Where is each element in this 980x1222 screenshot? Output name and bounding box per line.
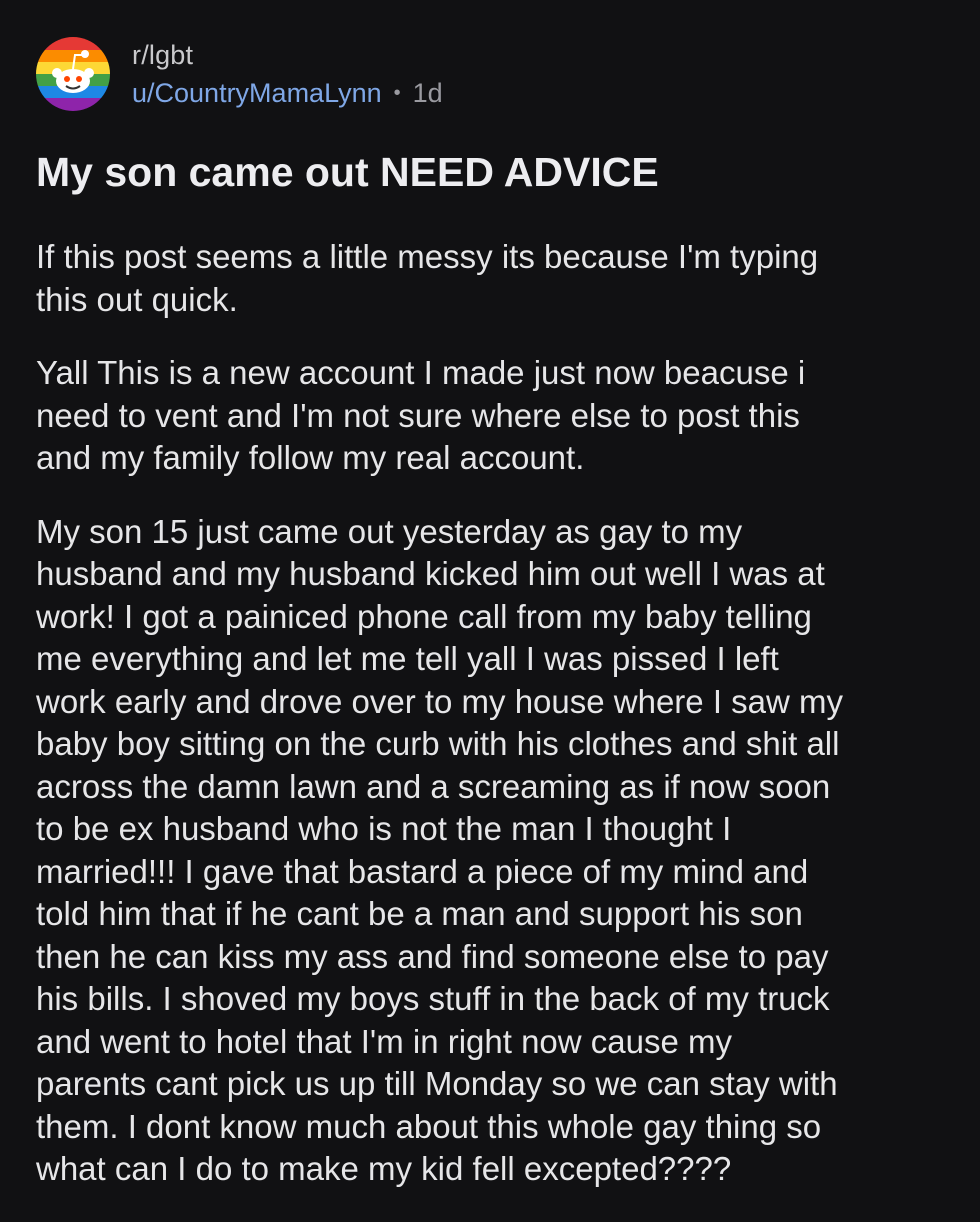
author-line: u/CountryMamaLynn • 1d	[132, 76, 443, 110]
meta-separator: •	[393, 82, 401, 104]
post-body: If this post seems a little messy its be…	[36, 236, 956, 1222]
post-paragraph: Yall This is a new account I made just n…	[36, 354, 806, 476]
rainbow-snoo-avatar-icon	[36, 37, 110, 111]
author-link[interactable]: u/CountryMamaLynn	[132, 76, 382, 110]
post-title: My son came out NEED ADVICE	[36, 149, 659, 195]
post-meta: r/lgbt u/CountryMamaLynn • 1d	[132, 38, 443, 110]
subreddit-avatar[interactable]	[36, 37, 110, 111]
post-paragraph: If this post seems a little messy its be…	[36, 238, 819, 318]
post-header: r/lgbt u/CountryMamaLynn • 1d	[36, 36, 443, 112]
subreddit-link[interactable]: r/lgbt	[132, 38, 443, 72]
post-age: 1d	[412, 78, 443, 108]
post-paragraph: My son 15 just came out yesterday as gay…	[36, 512, 844, 1188]
